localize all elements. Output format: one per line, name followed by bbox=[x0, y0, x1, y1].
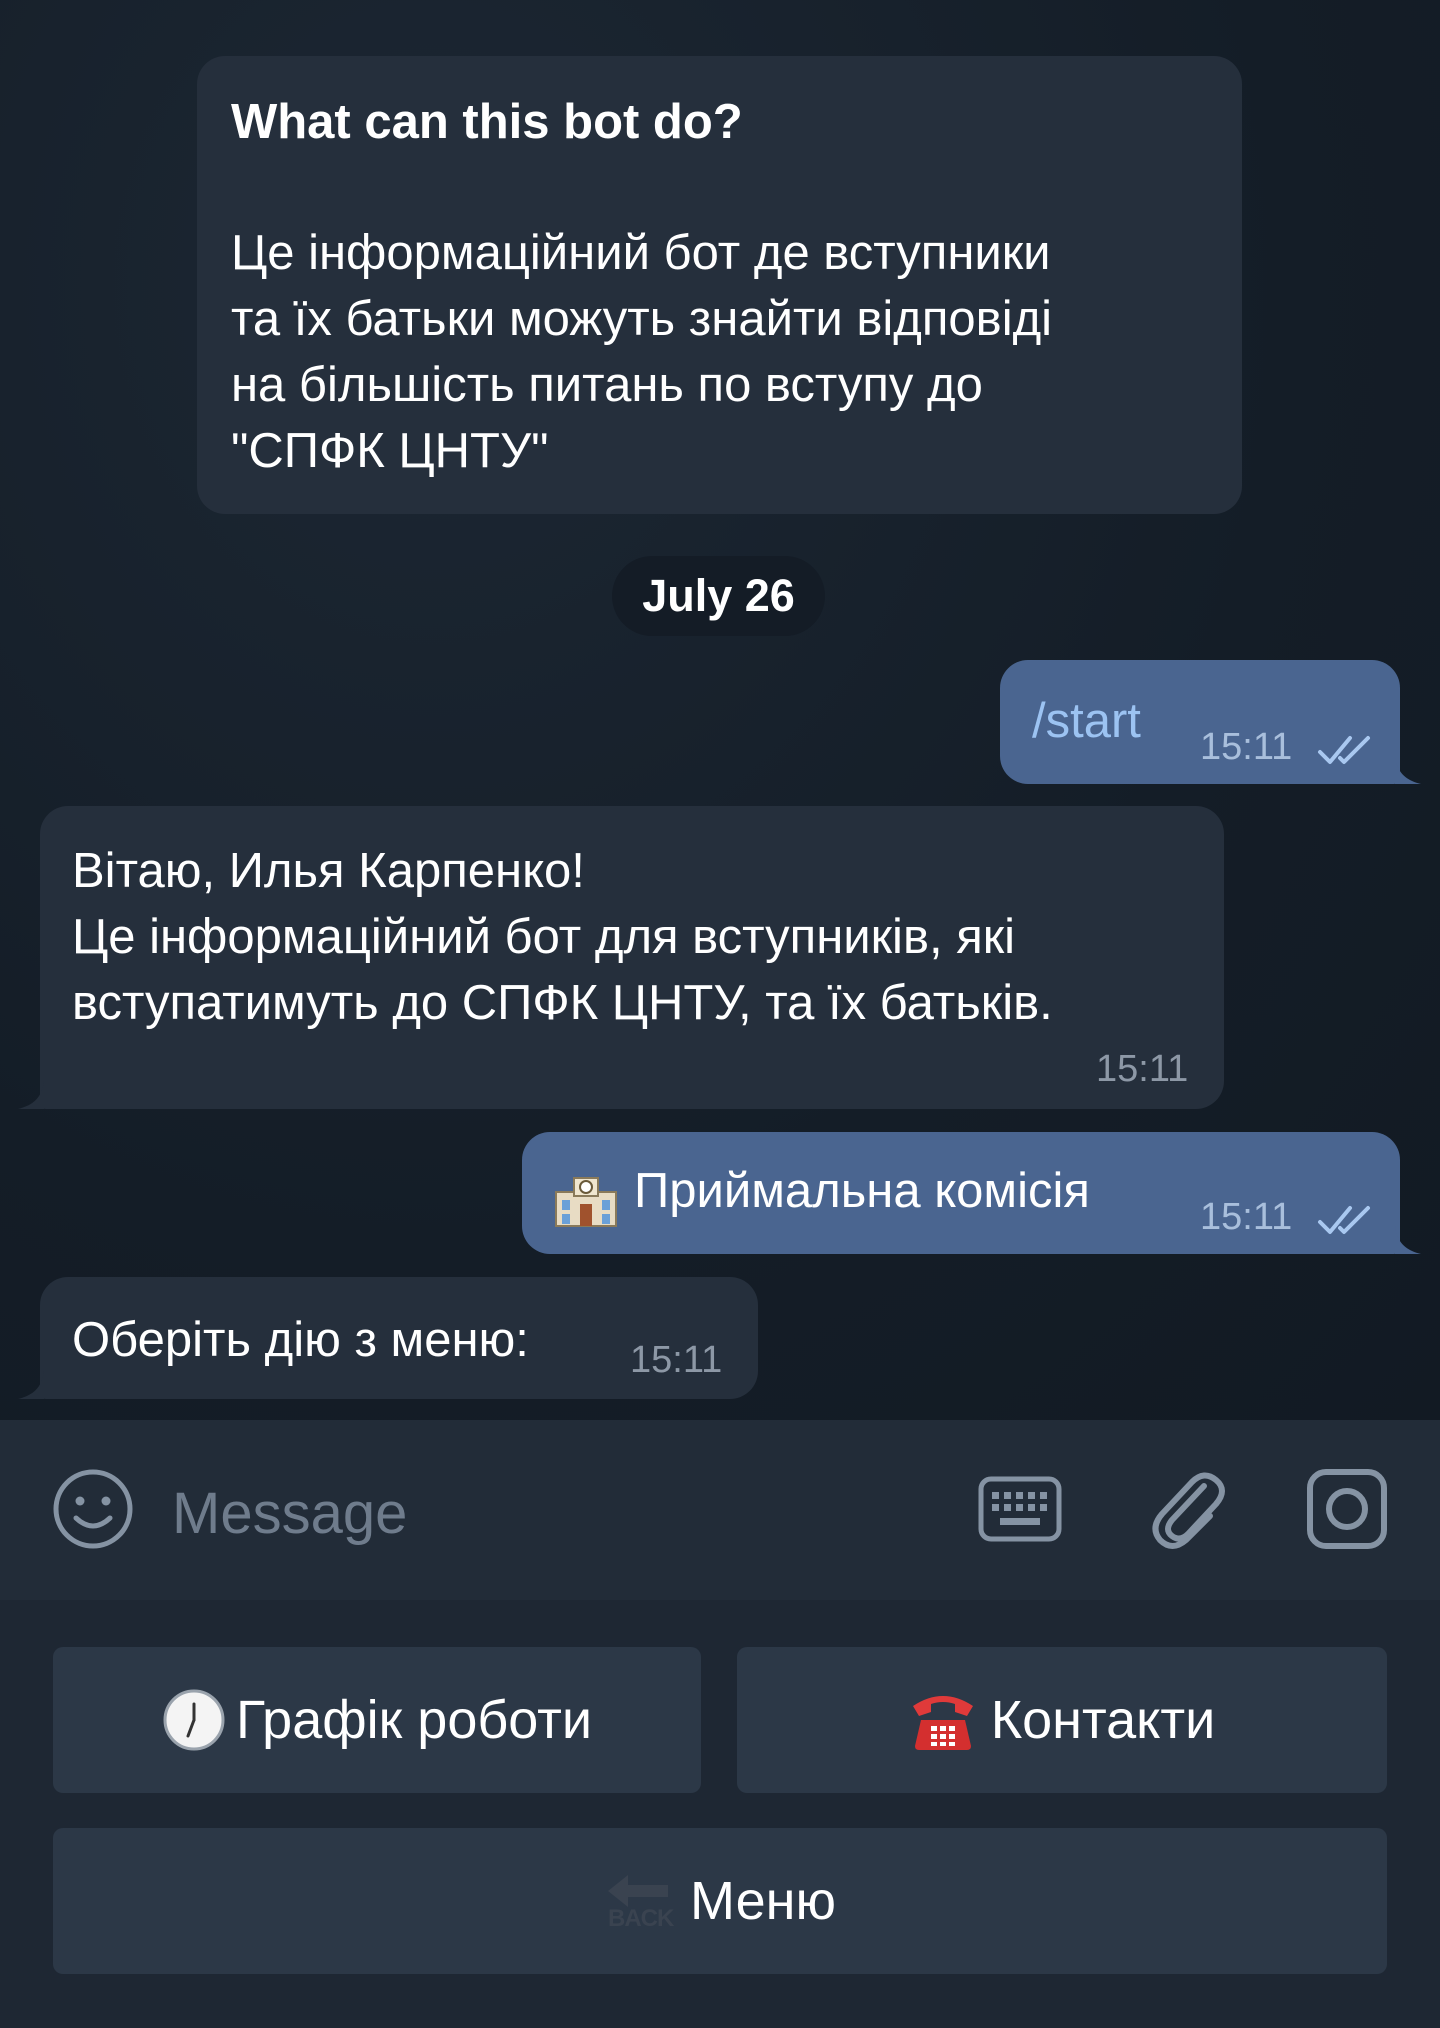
school-building-icon bbox=[555, 1177, 617, 1227]
double-check-icon bbox=[1318, 1206, 1370, 1234]
message-text: Приймальна комісія bbox=[634, 1164, 1090, 1218]
work-schedule-label: Графік роботи bbox=[235, 1690, 593, 1750]
bot-intro-title: What can this bot do? bbox=[231, 95, 743, 149]
camera-icon[interactable] bbox=[1306, 1468, 1388, 1550]
clock-icon bbox=[163, 1689, 225, 1751]
bubble-tail bbox=[18, 1081, 44, 1109]
bubble-tail bbox=[18, 1371, 44, 1399]
message-bubble-outgoing[interactable]: Приймальна комісія 15:11 bbox=[522, 1132, 1400, 1254]
emoji-icon[interactable] bbox=[52, 1468, 134, 1550]
keyboard-icon[interactable] bbox=[978, 1476, 1062, 1542]
menu-label: Меню bbox=[690, 1871, 836, 1931]
bot-intro-card: What can this bot do? Це інформаційний б… bbox=[197, 56, 1242, 514]
message-text: /start bbox=[1032, 694, 1141, 748]
message-text: Вітаю, Илья Карпенко! Це інформаційний б… bbox=[72, 844, 1053, 1030]
bubble-tail bbox=[1395, 756, 1421, 784]
message-time: 15:11 bbox=[630, 1339, 723, 1381]
message-time: 15:11 bbox=[1096, 1048, 1189, 1090]
back-arrow-icon: BACK bbox=[604, 1871, 674, 1932]
chat-area[interactable]: What can this bot do? Це інформаційний б… bbox=[0, 0, 1440, 1420]
message-bubble-incoming[interactable]: Оберіть дію з меню: 15:11 bbox=[40, 1277, 758, 1399]
menu-button[interactable]: BACK Меню bbox=[53, 1828, 1387, 1974]
bot-intro-description: Це інформаційний бот де вступники та їх … bbox=[231, 226, 1053, 478]
message-bubble-outgoing[interactable]: /start 15:11 bbox=[1000, 660, 1400, 784]
attach-icon[interactable] bbox=[1148, 1466, 1228, 1552]
message-time: 15:11 bbox=[1200, 726, 1293, 768]
bubble-tail bbox=[1395, 1226, 1421, 1254]
message-time: 15:11 bbox=[1200, 1196, 1293, 1238]
message-input[interactable] bbox=[170, 1470, 954, 1556]
message-text: Оберіть дію з меню: bbox=[72, 1313, 529, 1367]
contacts-label: Контакти bbox=[990, 1690, 1216, 1750]
double-check-icon bbox=[1318, 736, 1370, 764]
telephone-icon bbox=[912, 1696, 973, 1750]
back-icon-text: BACK bbox=[608, 1905, 674, 1932]
contacts-button[interactable]: Контакти bbox=[737, 1647, 1387, 1793]
message-bubble-incoming[interactable]: Вітаю, Илья Карпенко! Це інформаційний б… bbox=[40, 806, 1224, 1109]
date-separator: July 26 bbox=[612, 556, 825, 636]
work-schedule-button[interactable]: Графік роботи bbox=[53, 1647, 701, 1793]
